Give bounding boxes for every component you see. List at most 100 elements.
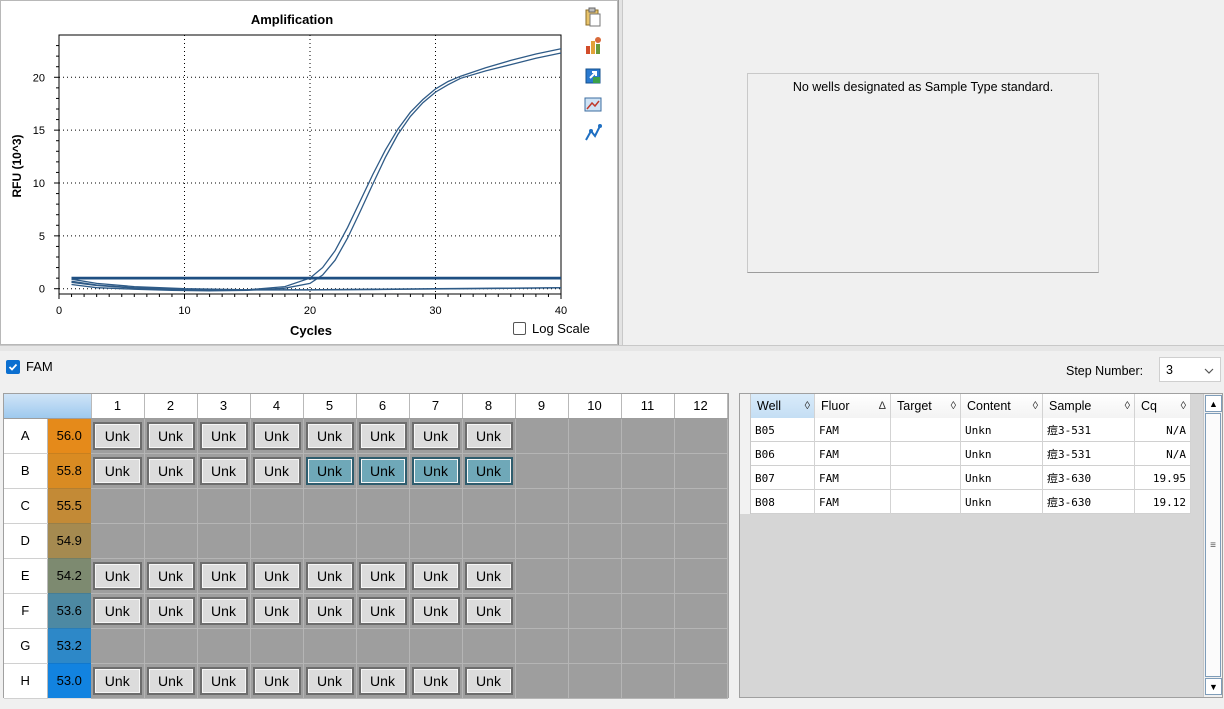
plate-cell[interactable]: [621, 663, 675, 699]
plate-row-header[interactable]: E: [4, 558, 48, 594]
line-style-icon[interactable]: [581, 121, 605, 145]
plate-cell[interactable]: Unk: [197, 593, 251, 629]
plate-cell[interactable]: Unk: [409, 453, 463, 489]
plate-cell[interactable]: Unk: [250, 418, 304, 454]
plate-cell[interactable]: [197, 523, 251, 559]
well-B7[interactable]: Unk: [411, 456, 460, 485]
plate-cell[interactable]: [303, 523, 357, 559]
plate-cell[interactable]: [568, 523, 622, 559]
sort-icon[interactable]: ◊: [1181, 400, 1186, 412]
table-cell[interactable]: [891, 466, 961, 490]
plate-cell[interactable]: Unk: [197, 663, 251, 699]
plate-cell[interactable]: [409, 488, 463, 524]
well-H3[interactable]: Unk: [199, 666, 248, 695]
column-header-content[interactable]: Content ◊: [961, 394, 1043, 418]
plate-row-header[interactable]: F: [4, 593, 48, 629]
plate-cell[interactable]: [515, 558, 569, 594]
scroll-down-button[interactable]: ▼: [1205, 678, 1222, 695]
table-cell[interactable]: B06: [751, 442, 815, 466]
well-F6[interactable]: Unk: [358, 596, 407, 625]
plate-cell[interactable]: Unk: [356, 558, 410, 594]
well-B5[interactable]: Unk: [305, 456, 354, 485]
column-header-sample[interactable]: Sample ◊: [1043, 394, 1135, 418]
chart-style-icon[interactable]: [581, 34, 605, 58]
well-H7[interactable]: Unk: [411, 666, 460, 695]
plate-cell[interactable]: [409, 628, 463, 664]
sort-icon[interactable]: ◊: [1125, 400, 1130, 412]
well-H5[interactable]: Unk: [305, 666, 354, 695]
sort-icon[interactable]: ◊: [1033, 400, 1038, 412]
plate-cell[interactable]: Unk: [197, 558, 251, 594]
well-B4[interactable]: Unk: [252, 456, 301, 485]
plate-cell[interactable]: [621, 628, 675, 664]
well-H8[interactable]: Unk: [464, 666, 513, 695]
plate-cell[interactable]: [409, 523, 463, 559]
plate-cell[interactable]: Unk: [462, 558, 516, 594]
well-A3[interactable]: Unk: [199, 421, 248, 450]
well-F1[interactable]: Unk: [93, 596, 142, 625]
plate-cell[interactable]: [568, 628, 622, 664]
well-A7[interactable]: Unk: [411, 421, 460, 450]
table-row[interactable]: B06 FAM Unkn 痘3-531 N/A: [740, 442, 1191, 466]
plate-cell[interactable]: Unk: [462, 593, 516, 629]
plate-cell[interactable]: Unk: [356, 663, 410, 699]
plate-column-header[interactable]: 5: [303, 394, 357, 419]
well-B6[interactable]: Unk: [358, 456, 407, 485]
plate-cell[interactable]: Unk: [356, 453, 410, 489]
plate-cell[interactable]: [674, 418, 728, 454]
plate-cell[interactable]: [515, 453, 569, 489]
well-A4[interactable]: Unk: [252, 421, 301, 450]
plate-cell[interactable]: [674, 593, 728, 629]
table-cell[interactable]: [891, 490, 961, 514]
table-cell[interactable]: B08: [751, 490, 815, 514]
well-E3[interactable]: Unk: [199, 561, 248, 590]
well-E1[interactable]: Unk: [93, 561, 142, 590]
plate-cell[interactable]: [674, 523, 728, 559]
plate-cell[interactable]: [621, 523, 675, 559]
well-A1[interactable]: Unk: [93, 421, 142, 450]
plate-cell[interactable]: [144, 488, 198, 524]
plate-cell[interactable]: [515, 418, 569, 454]
plate-cell[interactable]: Unk: [409, 418, 463, 454]
plate-cell[interactable]: Unk: [144, 453, 198, 489]
plate-row-header[interactable]: A: [4, 418, 48, 454]
plate-cell[interactable]: [568, 558, 622, 594]
plate-cell[interactable]: [674, 488, 728, 524]
plate-cell[interactable]: Unk: [91, 558, 145, 594]
well-B8[interactable]: Unk: [464, 456, 513, 485]
well-A8[interactable]: Unk: [464, 421, 513, 450]
table-cell[interactable]: B05: [751, 418, 815, 442]
table-row-gutter[interactable]: [740, 442, 751, 466]
well-F7[interactable]: Unk: [411, 596, 460, 625]
plate-row-header[interactable]: C: [4, 488, 48, 524]
table-cell[interactable]: FAM: [815, 490, 891, 514]
sort-icon[interactable]: Δ: [879, 400, 886, 412]
plate-cell[interactable]: Unk: [144, 593, 198, 629]
well-F8[interactable]: Unk: [464, 596, 513, 625]
plate-cell[interactable]: Unk: [462, 453, 516, 489]
plate-cell[interactable]: [568, 488, 622, 524]
plate-cell[interactable]: [91, 523, 145, 559]
plate-cell[interactable]: [197, 628, 251, 664]
plate-cell[interactable]: Unk: [250, 663, 304, 699]
plate-cell[interactable]: [144, 628, 198, 664]
plate-cell[interactable]: [515, 628, 569, 664]
plate-cell[interactable]: [303, 628, 357, 664]
table-row[interactable]: B07 FAM Unkn 痘3-630 19.95: [740, 466, 1191, 490]
plate-cell[interactable]: Unk: [197, 418, 251, 454]
well-F5[interactable]: Unk: [305, 596, 354, 625]
plate-column-header[interactable]: 2: [144, 394, 198, 419]
plate-cell[interactable]: [144, 523, 198, 559]
plate-cell[interactable]: [303, 488, 357, 524]
plate-cell[interactable]: [356, 488, 410, 524]
well-E5[interactable]: Unk: [305, 561, 354, 590]
plate-cell[interactable]: [674, 628, 728, 664]
scroll-thumb[interactable]: ≡: [1205, 413, 1221, 677]
plate-cell[interactable]: [621, 593, 675, 629]
well-B2[interactable]: Unk: [146, 456, 195, 485]
well-H2[interactable]: Unk: [146, 666, 195, 695]
step-number-select[interactable]: 3: [1159, 357, 1221, 382]
plate-cell[interactable]: [674, 453, 728, 489]
plate-cell[interactable]: [568, 593, 622, 629]
table-cell[interactable]: B07: [751, 466, 815, 490]
